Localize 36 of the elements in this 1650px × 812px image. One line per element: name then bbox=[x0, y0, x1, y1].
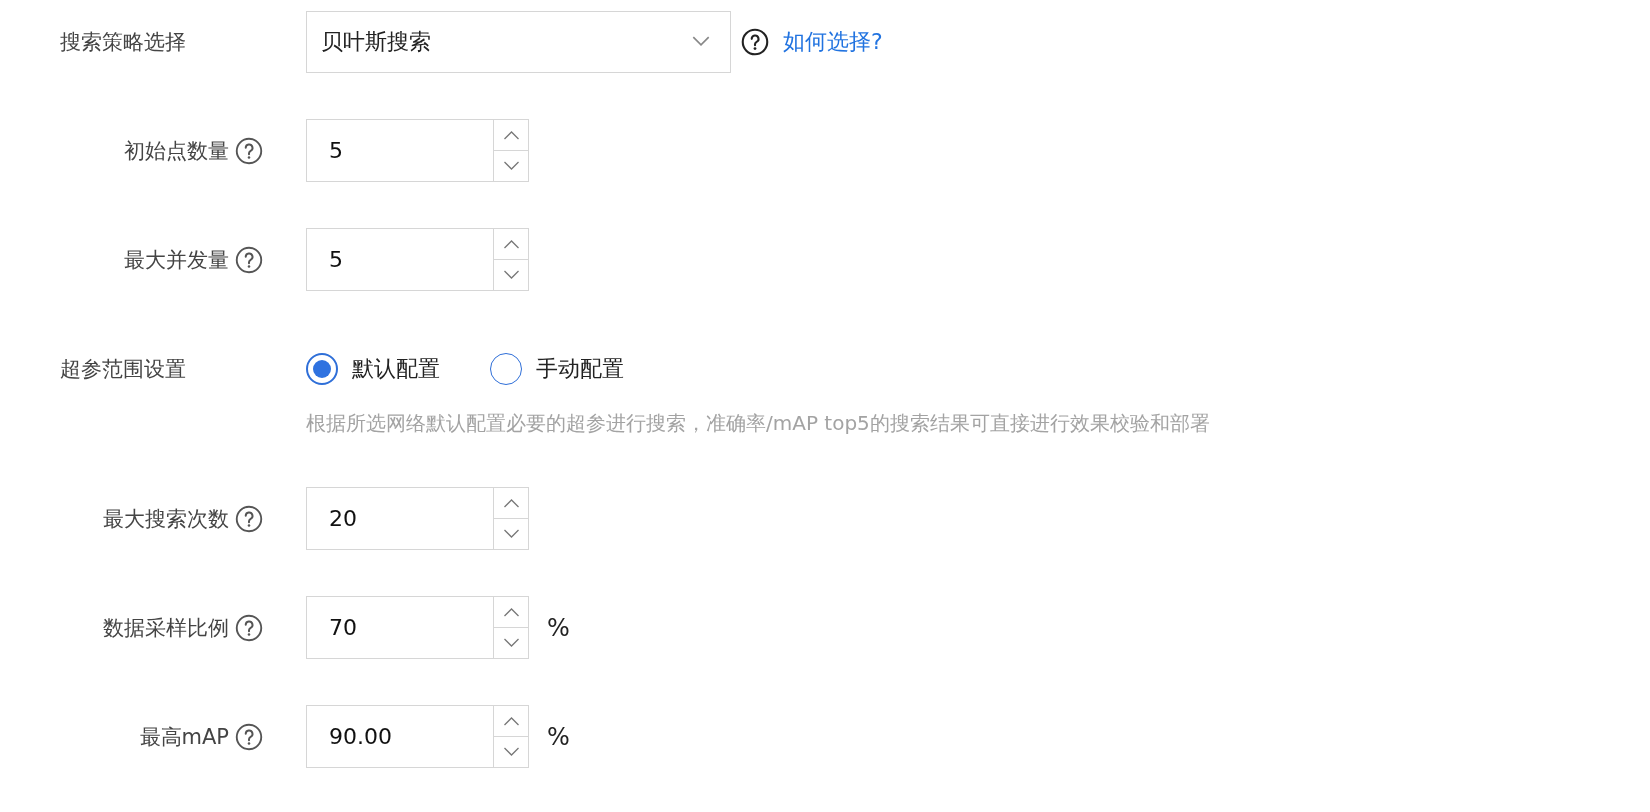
help-icon[interactable] bbox=[235, 504, 263, 533]
help-icon[interactable] bbox=[235, 613, 263, 642]
chevron-down-icon bbox=[502, 638, 520, 648]
chevron-up-icon bbox=[502, 716, 520, 726]
help-link[interactable]: 如何选择? bbox=[783, 26, 883, 57]
field-label: 最大并发量 bbox=[124, 246, 229, 274]
chevron-down-icon bbox=[502, 529, 520, 539]
number-input[interactable]: 70 bbox=[306, 596, 529, 659]
field-label: 超参范围设置 bbox=[60, 355, 186, 383]
chevron-down-icon bbox=[502, 270, 520, 280]
number-input[interactable]: 90.00 bbox=[306, 705, 529, 768]
field-label: 搜索策略选择 bbox=[60, 28, 186, 56]
field-label: 最大搜索次数 bbox=[103, 505, 229, 533]
help-icon[interactable] bbox=[235, 722, 263, 751]
number-input[interactable]: 5 bbox=[306, 228, 529, 291]
help-icon[interactable] bbox=[741, 27, 769, 56]
field-label: 最高mAP bbox=[139, 723, 229, 751]
chevron-up-icon bbox=[502, 239, 520, 249]
field-label: 数据采样比例 bbox=[103, 614, 229, 642]
help-icon[interactable] bbox=[235, 136, 263, 165]
radio-option[interactable]: 默认配置 bbox=[306, 352, 440, 385]
number-input[interactable]: 5 bbox=[306, 119, 529, 182]
chevron-down-icon bbox=[502, 161, 520, 171]
unit-label: % bbox=[547, 722, 570, 751]
chevron-up-icon bbox=[502, 498, 520, 508]
help-icon[interactable] bbox=[235, 245, 263, 274]
chevron-down-icon bbox=[502, 747, 520, 757]
field-label: 初始点数量 bbox=[124, 137, 229, 165]
unit-label: % bbox=[547, 613, 570, 642]
hint-text: 根据所选网络默认配置必要的超参进行搜索，准确率/mAP top5的搜索结果可直接进行效果校验和部署 bbox=[306, 410, 1211, 437]
strategy-select[interactable]: 贝叶斯搜索 bbox=[306, 10, 731, 73]
chevron-down-icon bbox=[692, 36, 710, 47]
number-input[interactable]: 20 bbox=[306, 487, 529, 550]
radio-option[interactable]: 手动配置 bbox=[490, 352, 624, 385]
chevron-up-icon bbox=[502, 607, 520, 617]
chevron-up-icon bbox=[502, 130, 520, 140]
